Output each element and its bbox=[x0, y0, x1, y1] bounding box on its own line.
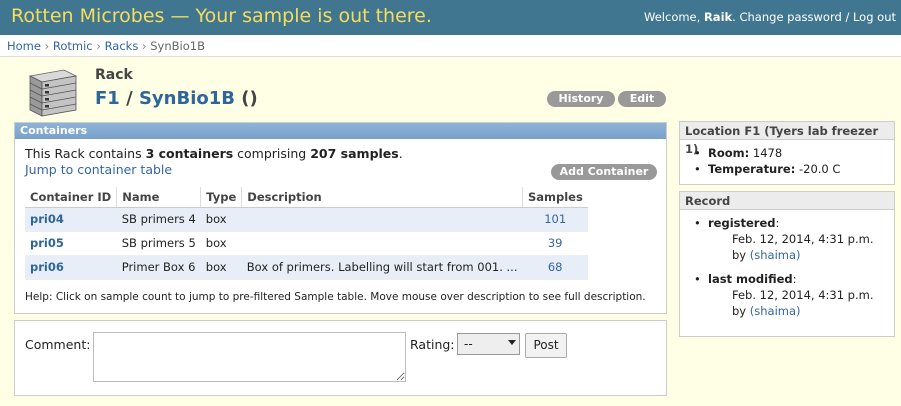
temperature-label: Temperature: bbox=[708, 162, 796, 176]
registered-date: Feb. 12, 2014, 4:31 p.m. bbox=[732, 232, 874, 246]
column-header[interactable]: Description bbox=[241, 187, 523, 208]
column-header[interactable]: Name bbox=[116, 187, 201, 208]
containers-panel: Containers This Rack contains 3 containe… bbox=[14, 122, 667, 314]
container-description bbox=[241, 231, 523, 256]
user-tools: Welcome, Raik. Change password / Log out bbox=[644, 10, 896, 24]
container-name: Primer Box 6 bbox=[116, 255, 201, 280]
containers-table: Container ID Name Type Description Sampl… bbox=[25, 187, 588, 280]
summary-middle: comprising bbox=[233, 146, 311, 161]
list-item: last modified: Feb. 12, 2014, 4:31 p.m. … bbox=[694, 271, 894, 319]
rack-icon bbox=[28, 69, 78, 117]
site-title[interactable]: Rotten Microbes — Your sample is out the… bbox=[11, 5, 432, 27]
by-prefix: by bbox=[732, 304, 747, 318]
last-modified-by: by (shaima) bbox=[708, 303, 894, 319]
table-row: pri05 SB primers 5 box 39 bbox=[25, 231, 588, 256]
edit-button[interactable]: Edit bbox=[618, 91, 666, 107]
chevron-down-icon bbox=[508, 340, 516, 345]
column-header[interactable]: Container ID bbox=[25, 187, 117, 208]
sample-count-link[interactable]: 68 bbox=[522, 255, 588, 280]
breadcrumb-rotmic[interactable]: Rotmic bbox=[53, 39, 93, 53]
sample-count-link[interactable]: 101 bbox=[522, 207, 588, 232]
container-description bbox=[241, 207, 523, 232]
room-value: 1478 bbox=[752, 146, 783, 160]
breadcrumb-separator: › bbox=[96, 39, 101, 53]
rating-select[interactable]: -- bbox=[457, 333, 520, 355]
list-item: Temperature: -20.0 C bbox=[694, 161, 894, 177]
rack-name-link[interactable]: SynBio1B bbox=[139, 88, 235, 109]
record-panel: Record registered: Feb. 12, 2014, 4:31 p… bbox=[679, 191, 895, 337]
sample-count-link[interactable]: 39 bbox=[522, 231, 588, 256]
container-type: box bbox=[200, 255, 242, 280]
history-button[interactable]: History bbox=[547, 91, 615, 107]
rating-selected-value: -- bbox=[464, 337, 473, 351]
location-panel-title: Location F1 (Tyers lab freezer 1) bbox=[680, 122, 894, 156]
registered-by-user-link[interactable]: (shaima) bbox=[750, 248, 801, 262]
table-row: pri06 Primer Box 6 box Box of primers. L… bbox=[25, 255, 588, 280]
help-text: Help: Click on sample count to jump to p… bbox=[25, 291, 646, 303]
summary-container-count: 3 containers bbox=[145, 146, 234, 161]
last-modified-date: Feb. 12, 2014, 4:31 p.m. bbox=[732, 288, 874, 302]
container-id-link[interactable]: pri04 bbox=[30, 212, 64, 226]
breadcrumb-separator: › bbox=[141, 39, 147, 53]
breadcrumb-home[interactable]: Home bbox=[7, 39, 41, 53]
list-item: Room: 1478 bbox=[694, 145, 894, 161]
user-tools-separator: / bbox=[845, 10, 850, 24]
post-button[interactable]: Post bbox=[525, 333, 567, 358]
location-details: Room: 1478 Temperature: -20.0 C bbox=[680, 140, 894, 177]
table-row: pri04 SB primers 4 box 101 bbox=[25, 207, 588, 232]
comment-form: Comment: Rating: -- Post bbox=[14, 320, 667, 396]
username: Raik bbox=[703, 10, 733, 24]
summary-prefix: This Rack contains bbox=[25, 146, 146, 161]
title-separator: / bbox=[126, 88, 133, 109]
page-title: F1 / SynBio1B () bbox=[95, 88, 258, 109]
container-type: box bbox=[200, 231, 242, 256]
column-header[interactable]: Type bbox=[200, 187, 242, 208]
container-id-link[interactable]: pri05 bbox=[30, 236, 64, 250]
record-details: registered: Feb. 12, 2014, 4:31 p.m. by … bbox=[680, 210, 894, 319]
colon: : bbox=[792, 272, 797, 286]
jump-to-table-link[interactable]: Jump to container table bbox=[25, 162, 172, 177]
rating-label: Rating: bbox=[410, 337, 455, 352]
summary-sample-count: 207 samples bbox=[310, 146, 399, 161]
last-modified-label: last modified bbox=[708, 272, 793, 286]
registered-by: by (shaima) bbox=[708, 247, 894, 263]
room-label: Room: bbox=[708, 146, 750, 160]
welcome-text: Welcome, bbox=[644, 10, 701, 24]
comment-input[interactable] bbox=[93, 332, 406, 382]
logout-link[interactable]: Log out bbox=[853, 10, 896, 24]
breadcrumb-racks[interactable]: Racks bbox=[105, 39, 139, 53]
summary-end: . bbox=[398, 146, 403, 161]
colon: : bbox=[775, 216, 780, 230]
breadcrumb-current: SynBio1B bbox=[150, 39, 205, 53]
registered-label: registered bbox=[708, 216, 776, 230]
object-kind-label: Rack bbox=[95, 67, 133, 83]
comment-label: Comment: bbox=[25, 337, 91, 352]
change-password-link[interactable]: Change password bbox=[739, 10, 841, 24]
title-suffix: () bbox=[241, 88, 258, 109]
container-name: SB primers 4 bbox=[116, 207, 201, 232]
record-panel-title: Record bbox=[680, 192, 894, 210]
location-panel: Location F1 (Tyers lab freezer 1) Room: … bbox=[679, 121, 895, 185]
containers-panel-title: Containers bbox=[15, 123, 666, 139]
location-link[interactable]: F1 bbox=[95, 88, 120, 109]
modified-by-user-link[interactable]: (shaima) bbox=[750, 304, 801, 318]
container-type: box bbox=[200, 207, 242, 232]
container-description[interactable]: Box of primers. Labelling will start fro… bbox=[241, 255, 523, 280]
container-name: SB primers 5 bbox=[116, 231, 201, 256]
add-container-button[interactable]: Add Container bbox=[551, 164, 657, 180]
list-item: registered: Feb. 12, 2014, 4:31 p.m. by … bbox=[694, 215, 894, 263]
table-header-row: Container ID Name Type Description Sampl… bbox=[25, 187, 588, 208]
temperature-value: -20.0 C bbox=[798, 162, 841, 176]
by-prefix: by bbox=[732, 248, 747, 262]
column-header[interactable]: Samples bbox=[521, 187, 588, 208]
breadcrumb-separator: › bbox=[44, 39, 50, 53]
top-header: Rotten Microbes — Your sample is out the… bbox=[0, 0, 901, 35]
containers-summary: This Rack contains 3 containers comprisi… bbox=[25, 146, 403, 161]
container-id-link[interactable]: pri06 bbox=[30, 260, 64, 274]
breadcrumb: Home › Rotmic › Racks › SynBio1B bbox=[0, 35, 901, 57]
